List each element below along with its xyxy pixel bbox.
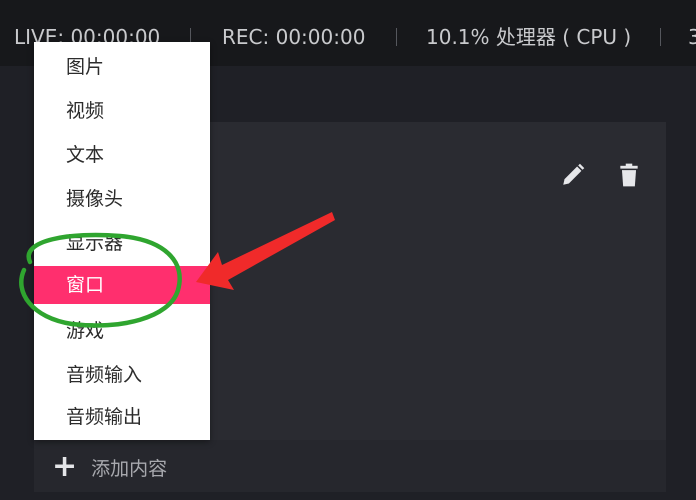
status-extra: 3 (688, 25, 696, 49)
pencil-icon[interactable] (560, 162, 586, 188)
menu-item-text[interactable]: 文本 (34, 136, 210, 174)
add-content-button[interactable]: + 添加内容 (52, 452, 167, 482)
menu-item-video[interactable]: 视频 (34, 92, 210, 130)
rec-timer: REC: 00:00:00 (222, 25, 366, 49)
menu-item-audio-output[interactable]: 音频输出 (34, 398, 210, 436)
menu-item-camera[interactable]: 摄像头 (34, 180, 210, 218)
menu-item-display[interactable]: 显示器 (34, 224, 210, 262)
divider (660, 28, 661, 46)
menu-item-game[interactable]: 游戏 (34, 312, 210, 350)
add-source-dropdown: 图片 视频 文本 摄像头 显示器 窗口 游戏 音频输入 音频输出 (34, 42, 210, 440)
divider (396, 28, 397, 46)
menu-item-image[interactable]: 图片 (34, 48, 210, 86)
trash-icon[interactable] (616, 162, 642, 188)
add-content-label: 添加内容 (91, 457, 168, 480)
panel-footer: + 添加内容 (34, 440, 666, 492)
menu-item-window[interactable]: 窗口 (34, 266, 210, 304)
cpu-usage: 10.1% 处理器 ( CPU ) (426, 25, 632, 49)
plus-icon: + (52, 449, 78, 484)
menu-item-audio-input[interactable]: 音频输入 (34, 356, 210, 394)
